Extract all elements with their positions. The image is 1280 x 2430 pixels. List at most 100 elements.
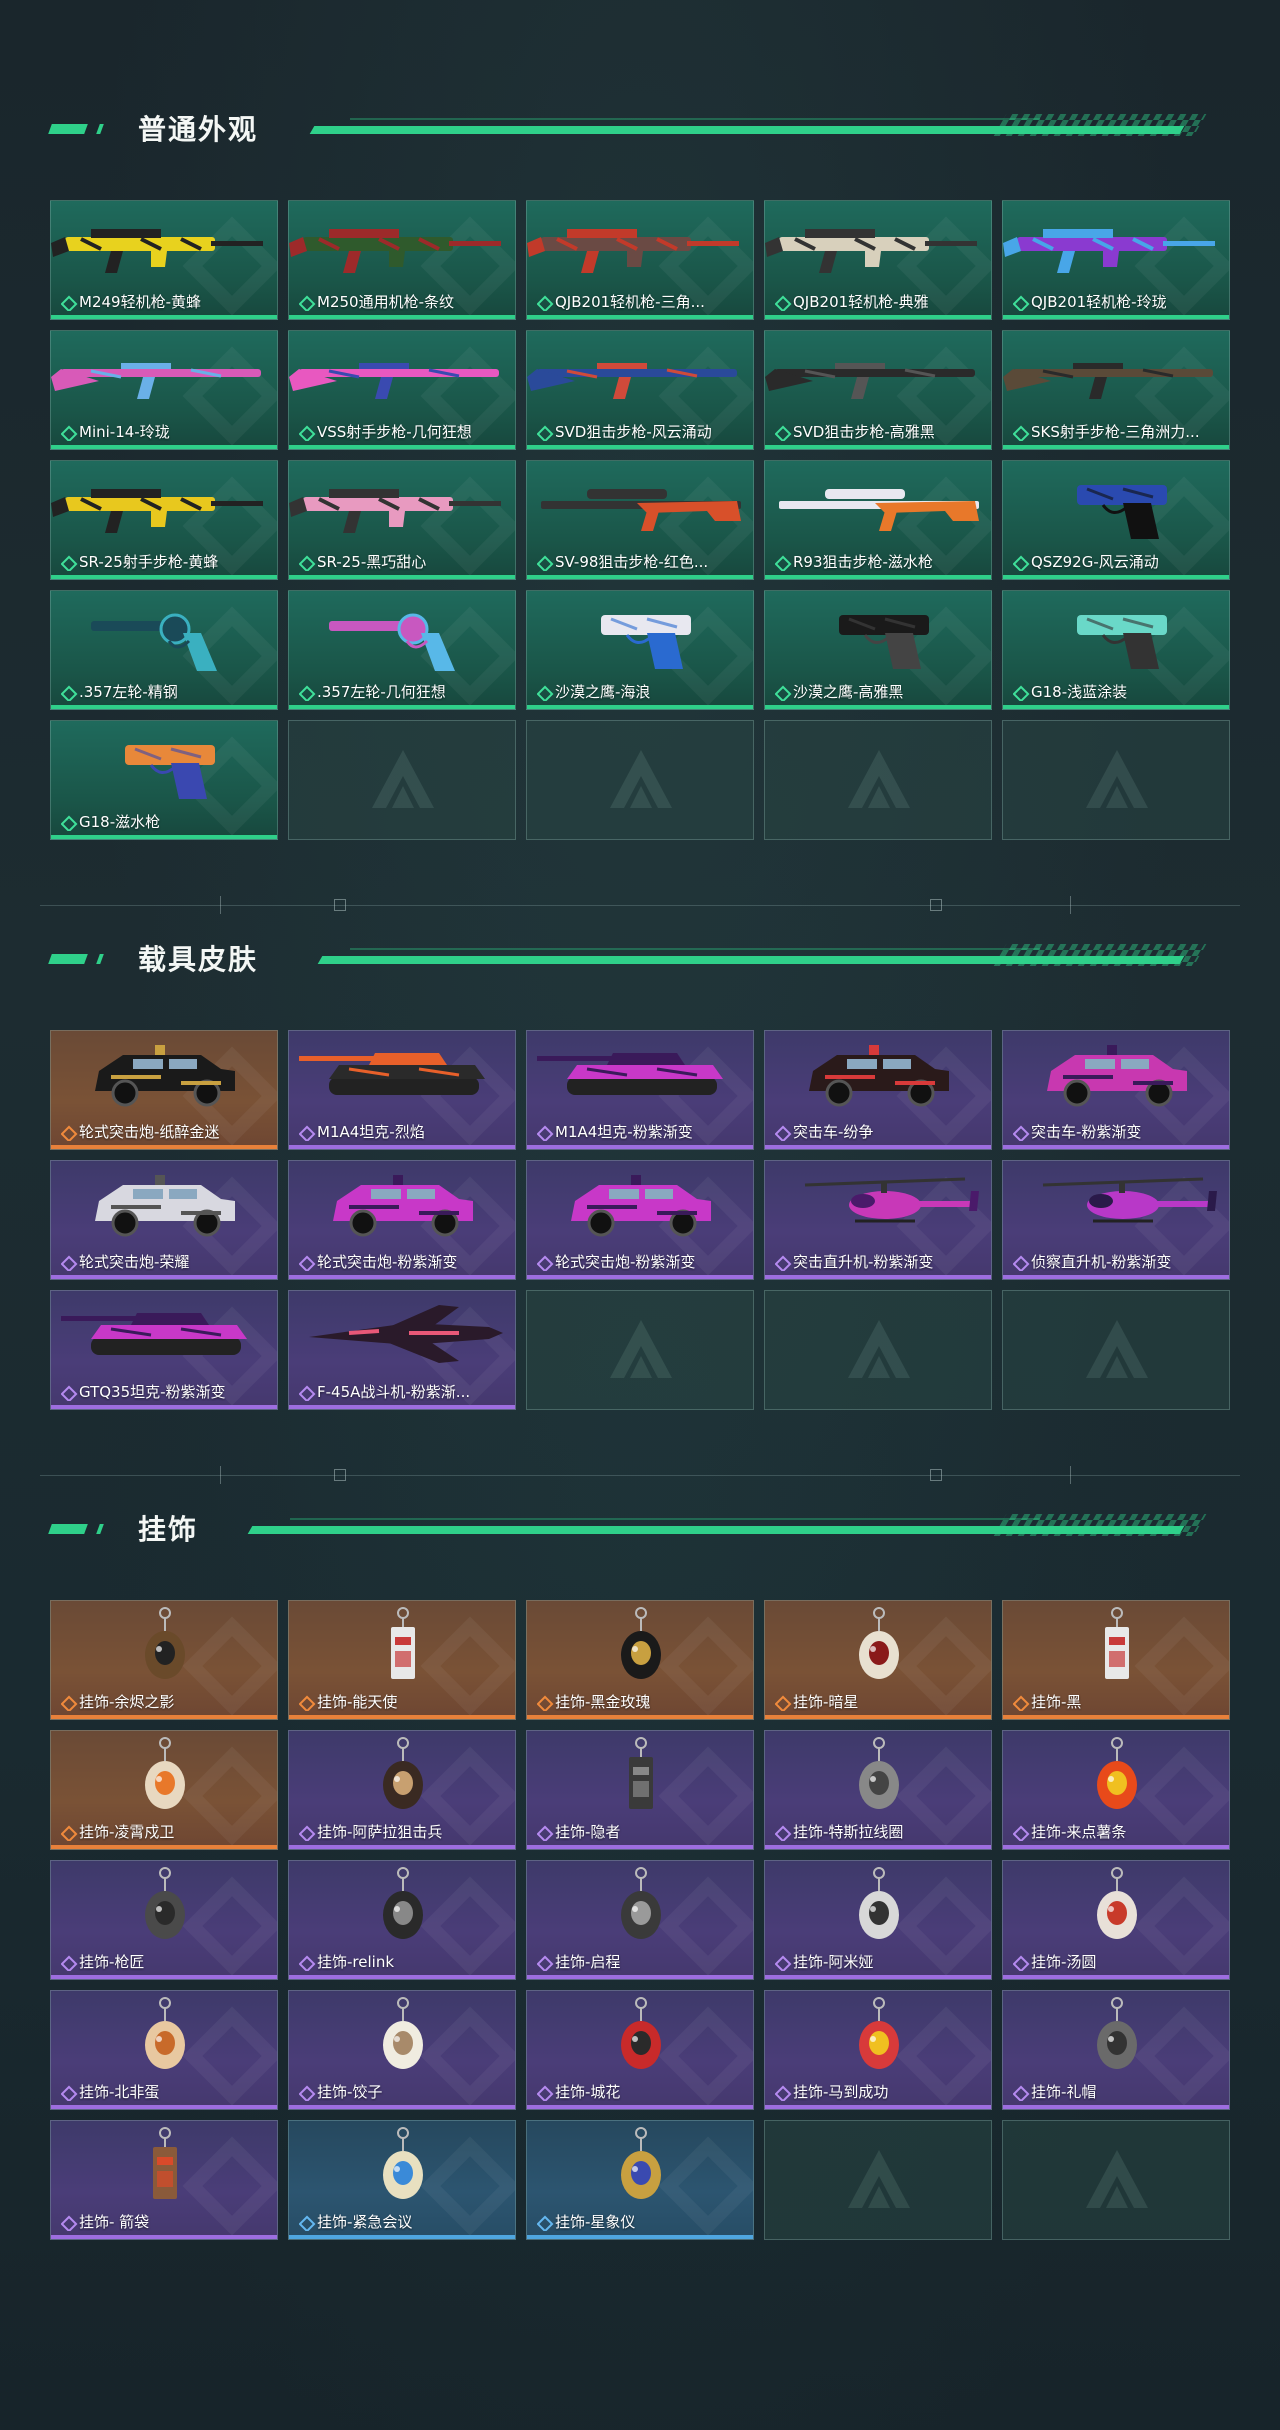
item-card[interactable]: 挂饰-汤圆	[1002, 1860, 1230, 1980]
item-card[interactable]: 挂饰-枪匠	[50, 1860, 278, 1980]
rarity-diamond-icon	[61, 1386, 73, 1398]
item-card[interactable]: SR-25-黑巧甜心	[288, 460, 516, 580]
item-image-charm-icon	[859, 1737, 899, 1809]
item-image-charm-icon	[145, 1997, 185, 2069]
item-card[interactable]: M1A4坦克-烈焰	[288, 1030, 516, 1150]
item-card[interactable]: Mini-14-玲珑	[50, 330, 278, 450]
item-image-pistol-icon	[125, 745, 215, 799]
item-card[interactable]: 突击车-粉紫渐变	[1002, 1030, 1230, 1150]
item-card[interactable]: G18-浅蓝涂装	[1002, 590, 1230, 710]
item-image-charm-icon	[621, 1997, 661, 2069]
item-card[interactable]: 轮式突击炮-荣耀	[50, 1160, 278, 1280]
item-card[interactable]: QSZ92G-风云涌动	[1002, 460, 1230, 580]
item-label-row: 挂饰-饺子	[299, 2083, 507, 2101]
item-card[interactable]: M1A4坦克-粉紫渐变	[526, 1030, 754, 1150]
item-name: 挂饰-阿萨拉狙击兵	[317, 1823, 443, 1841]
item-image-charm-icon	[1097, 1737, 1137, 1809]
item-card[interactable]: 沙漠之鹰-高雅黑	[764, 590, 992, 710]
item-name: 挂饰-特斯拉线圈	[793, 1823, 904, 1841]
item-card[interactable]: 侦察直升机-粉紫渐变	[1002, 1160, 1230, 1280]
item-name: M1A4坦克-烈焰	[317, 1123, 425, 1141]
rarity-diamond-icon	[61, 816, 73, 828]
rarity-diamond-icon	[537, 2216, 549, 2228]
item-card[interactable]: F-45A战斗机-粉紫渐...	[288, 1290, 516, 1410]
item-card[interactable]: VSS射手步枪-几何狂想	[288, 330, 516, 450]
item-image-charm-icon	[621, 2127, 661, 2199]
item-card[interactable]: 挂饰- 箭袋	[50, 2120, 278, 2240]
item-card[interactable]: 挂饰-暗星	[764, 1600, 992, 1720]
item-card[interactable]: 轮式突击炮-粉紫渐变	[288, 1160, 516, 1280]
item-name: 挂饰-启程	[555, 1953, 621, 1971]
rarity-diamond-icon	[61, 1956, 73, 1968]
rarity-diamond-icon	[299, 1386, 311, 1398]
rarity-diamond-icon	[775, 1696, 787, 1708]
item-card[interactable]: 挂饰-来点薯条	[1002, 1730, 1230, 1850]
item-image-charm-icon	[621, 1867, 661, 1939]
item-card[interactable]: 挂饰-阿萨拉狙击兵	[288, 1730, 516, 1850]
item-image-revolver-icon	[91, 613, 217, 671]
item-card[interactable]: 挂饰-城花	[526, 1990, 754, 2110]
item-label-row: QJB201轻机枪-典雅	[775, 293, 983, 311]
item-card[interactable]: R93狙击步枪-滋水枪	[764, 460, 992, 580]
item-card[interactable]: QJB201轻机枪-典雅	[764, 200, 992, 320]
item-label-row: 挂饰-relink	[299, 1953, 507, 1971]
empty-slot	[764, 2120, 992, 2240]
item-card[interactable]: SVD狙击步枪-风云涌动	[526, 330, 754, 450]
item-card[interactable]: 挂饰-能天使	[288, 1600, 516, 1720]
rarity-diamond-icon	[537, 2086, 549, 2098]
rarity-diamond-icon	[537, 1826, 549, 1838]
item-card[interactable]: 挂饰-relink	[288, 1860, 516, 1980]
item-name: 突击车-纷争	[793, 1123, 874, 1141]
item-card[interactable]: SR-25射手步枪-黄蜂	[50, 460, 278, 580]
item-name: 挂饰-枪匠	[79, 1953, 145, 1971]
item-name: 挂饰-黑	[1031, 1693, 1082, 1711]
item-card[interactable]: 挂饰-礼帽	[1002, 1990, 1230, 2110]
item-card[interactable]: 挂饰-特斯拉线圈	[764, 1730, 992, 1850]
item-card[interactable]: M250通用机枪-条纹	[288, 200, 516, 320]
item-card[interactable]: GTQ35坦克-粉紫渐变	[50, 1290, 278, 1410]
item-card[interactable]: 挂饰-饺子	[288, 1990, 516, 2110]
item-card[interactable]: SV-98狙击步枪-红色...	[526, 460, 754, 580]
section-header-charms: 挂饰	[48, 1510, 1230, 1550]
item-card[interactable]: 挂饰-星象仪	[526, 2120, 754, 2240]
item-card[interactable]: 突击车-纷争	[764, 1030, 992, 1150]
item-card[interactable]: 轮式突击炮-纸醉金迷	[50, 1030, 278, 1150]
item-card[interactable]: 挂饰-启程	[526, 1860, 754, 1980]
item-image-tank-icon	[299, 1053, 485, 1095]
header-line-thin	[350, 948, 1040, 950]
rarity-diamond-icon	[61, 2086, 73, 2098]
item-card[interactable]: .357左轮-精钢	[50, 590, 278, 710]
item-card[interactable]: SVD狙击步枪-高雅黑	[764, 330, 992, 450]
rarity-diamond-icon	[1013, 556, 1025, 568]
item-image-charm-icon	[859, 1867, 899, 1939]
section-title: 挂饰	[138, 1513, 199, 1546]
item-card[interactable]: 挂饰-余烬之影	[50, 1600, 278, 1720]
rarity-diamond-icon	[537, 426, 549, 438]
appearance-grid: M249轻机枪-黄蜂 M250通用机枪-条纹 QJB201轻机枪-三角... Q…	[50, 200, 1230, 840]
item-card[interactable]: 挂饰-马到成功	[764, 1990, 992, 2110]
item-card[interactable]: QJB201轻机枪-玲珑	[1002, 200, 1230, 320]
item-name: VSS射手步枪-几何狂想	[317, 423, 472, 441]
item-card[interactable]: G18-滋水枪	[50, 720, 278, 840]
item-card[interactable]: 挂饰-凌霄戍卫	[50, 1730, 278, 1850]
item-card[interactable]: 挂饰-北非蛋	[50, 1990, 278, 2110]
item-label-row: 挂饰-北非蛋	[61, 2083, 269, 2101]
item-label-row: .357左轮-精钢	[61, 683, 269, 701]
item-card[interactable]: 挂饰-隐者	[526, 1730, 754, 1850]
item-card[interactable]: M249轻机枪-黄蜂	[50, 200, 278, 320]
item-card[interactable]: QJB201轻机枪-三角...	[526, 200, 754, 320]
item-card[interactable]: 沙漠之鹰-海浪	[526, 590, 754, 710]
item-card[interactable]: 挂饰-阿米娅	[764, 1860, 992, 1980]
item-card[interactable]: SKS射手步枪-三角洲力...	[1002, 330, 1230, 450]
rarity-diamond-icon	[299, 296, 311, 308]
item-card[interactable]: 挂饰-黑	[1002, 1600, 1230, 1720]
item-name: F-45A战斗机-粉紫渐...	[317, 1383, 471, 1401]
item-card[interactable]: 轮式突击炮-粉紫渐变	[526, 1160, 754, 1280]
item-card[interactable]: 挂饰-黑金玫瑰	[526, 1600, 754, 1720]
rarity-diamond-icon	[299, 1126, 311, 1138]
rarity-diamond-icon	[1013, 1696, 1025, 1708]
item-card[interactable]: .357左轮-几何狂想	[288, 590, 516, 710]
item-card[interactable]: 突击直升机-粉紫渐变	[764, 1160, 992, 1280]
item-card[interactable]: 挂饰-紧急会议	[288, 2120, 516, 2240]
item-label-row: 挂饰-来点薯条	[1013, 1823, 1221, 1841]
